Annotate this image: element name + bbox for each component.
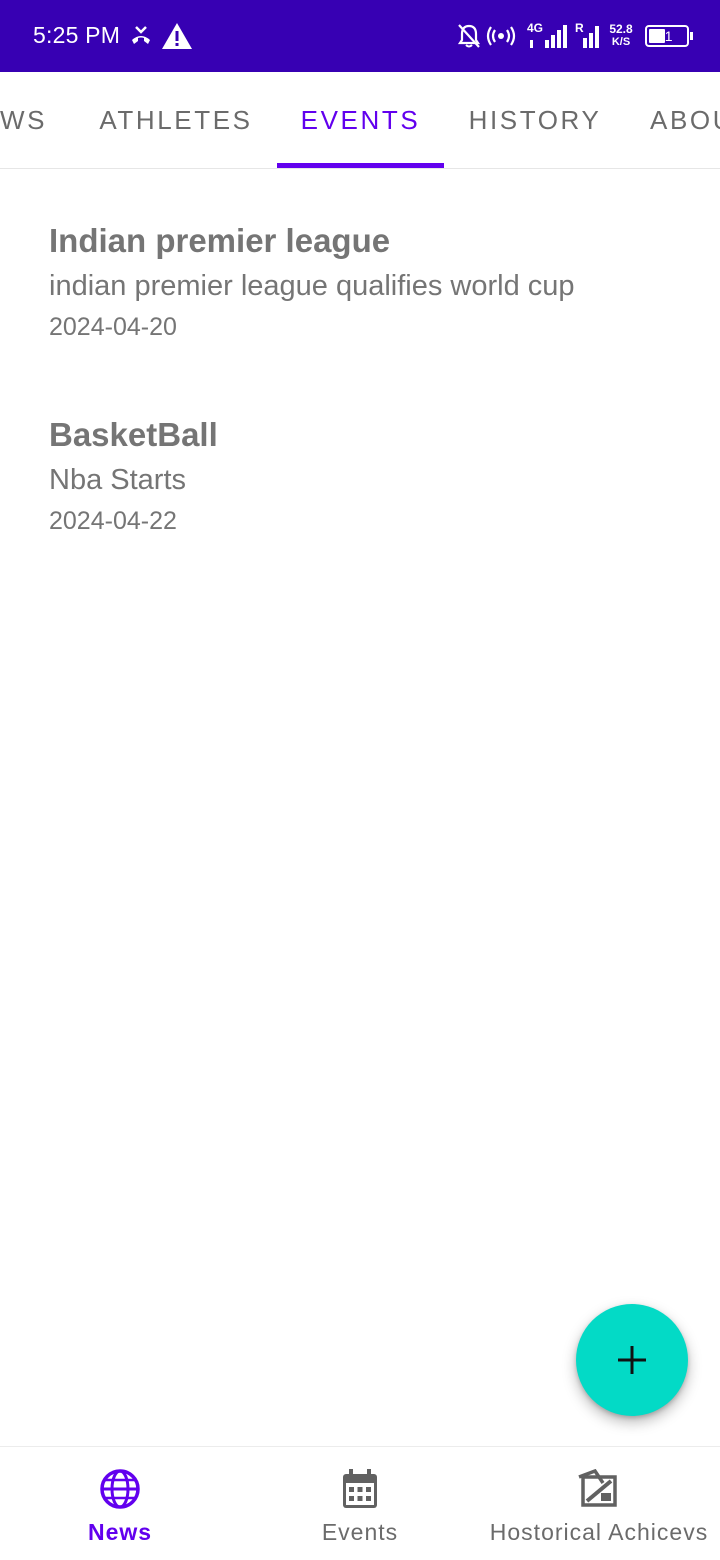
tab-news[interactable]: WS: [0, 72, 84, 168]
list-item[interactable]: Indian premier league indian premier lea…: [49, 221, 709, 343]
signal-icon: 4G: [527, 20, 567, 52]
bell-off-icon: [457, 20, 481, 52]
event-date: 2024-04-20: [49, 313, 177, 341]
tab-athletes[interactable]: ATHLETES: [84, 72, 268, 168]
globe-icon: [99, 1467, 141, 1511]
tab-bar: WS ATHLETES EVENTS HISTORY ABOU: [0, 72, 720, 169]
tab-label: WS: [0, 104, 48, 135]
signal-icon: R: [575, 20, 603, 52]
event-description: indian premier league qualifies world cu…: [49, 270, 575, 302]
screen: 5:25 PM 4G R 52.8 K/S 41 WS ATHLETES EVE…: [0, 0, 720, 1560]
event-title: Indian premier league: [49, 222, 391, 259]
event-description: Nba Starts: [49, 464, 186, 496]
missed-call-icon: [128, 20, 154, 52]
nav-label: News: [87, 1519, 153, 1545]
tab-about[interactable]: ABOU: [650, 72, 720, 168]
tab-label: ATHLETES: [99, 104, 253, 135]
tab-label: HISTORY: [468, 104, 602, 135]
event-title: BasketBall: [49, 416, 218, 453]
tab-label: EVENTS: [300, 104, 421, 135]
event-date: 2024-04-22: [49, 507, 177, 535]
nav-label: Hostorical Achicevs: [489, 1519, 709, 1545]
tab-label: ABOU: [650, 104, 720, 135]
nav-item-historical-achievements[interactable]: Hostorical Achicevs: [478, 1447, 720, 1560]
nav-label: Events: [321, 1519, 399, 1545]
history-icon: [577, 1467, 621, 1511]
tab-events[interactable]: EVENTS: [277, 72, 444, 168]
battery-icon: 41: [645, 20, 693, 52]
plus-icon: [618, 1346, 646, 1374]
speed-indicator: 52.8 K/S: [609, 22, 633, 49]
status-bar: 5:25 PM 4G R 52.8 K/S 41: [0, 0, 720, 72]
calendar-icon: [341, 1467, 379, 1511]
hotspot-icon: [486, 20, 516, 52]
status-time: 5:25 PM: [33, 22, 121, 48]
bottom-nav: News Events Hostorical Achicevs: [0, 1446, 720, 1560]
tab-history[interactable]: HISTORY: [452, 72, 618, 168]
nav-item-news[interactable]: News: [60, 1447, 180, 1560]
add-event-button[interactable]: [576, 1304, 688, 1416]
tab-indicator: [277, 163, 444, 168]
nav-item-events[interactable]: Events: [300, 1447, 420, 1560]
list-item[interactable]: BasketBall Nba Starts 2024-04-22: [49, 415, 709, 537]
warning-icon: [161, 20, 193, 52]
